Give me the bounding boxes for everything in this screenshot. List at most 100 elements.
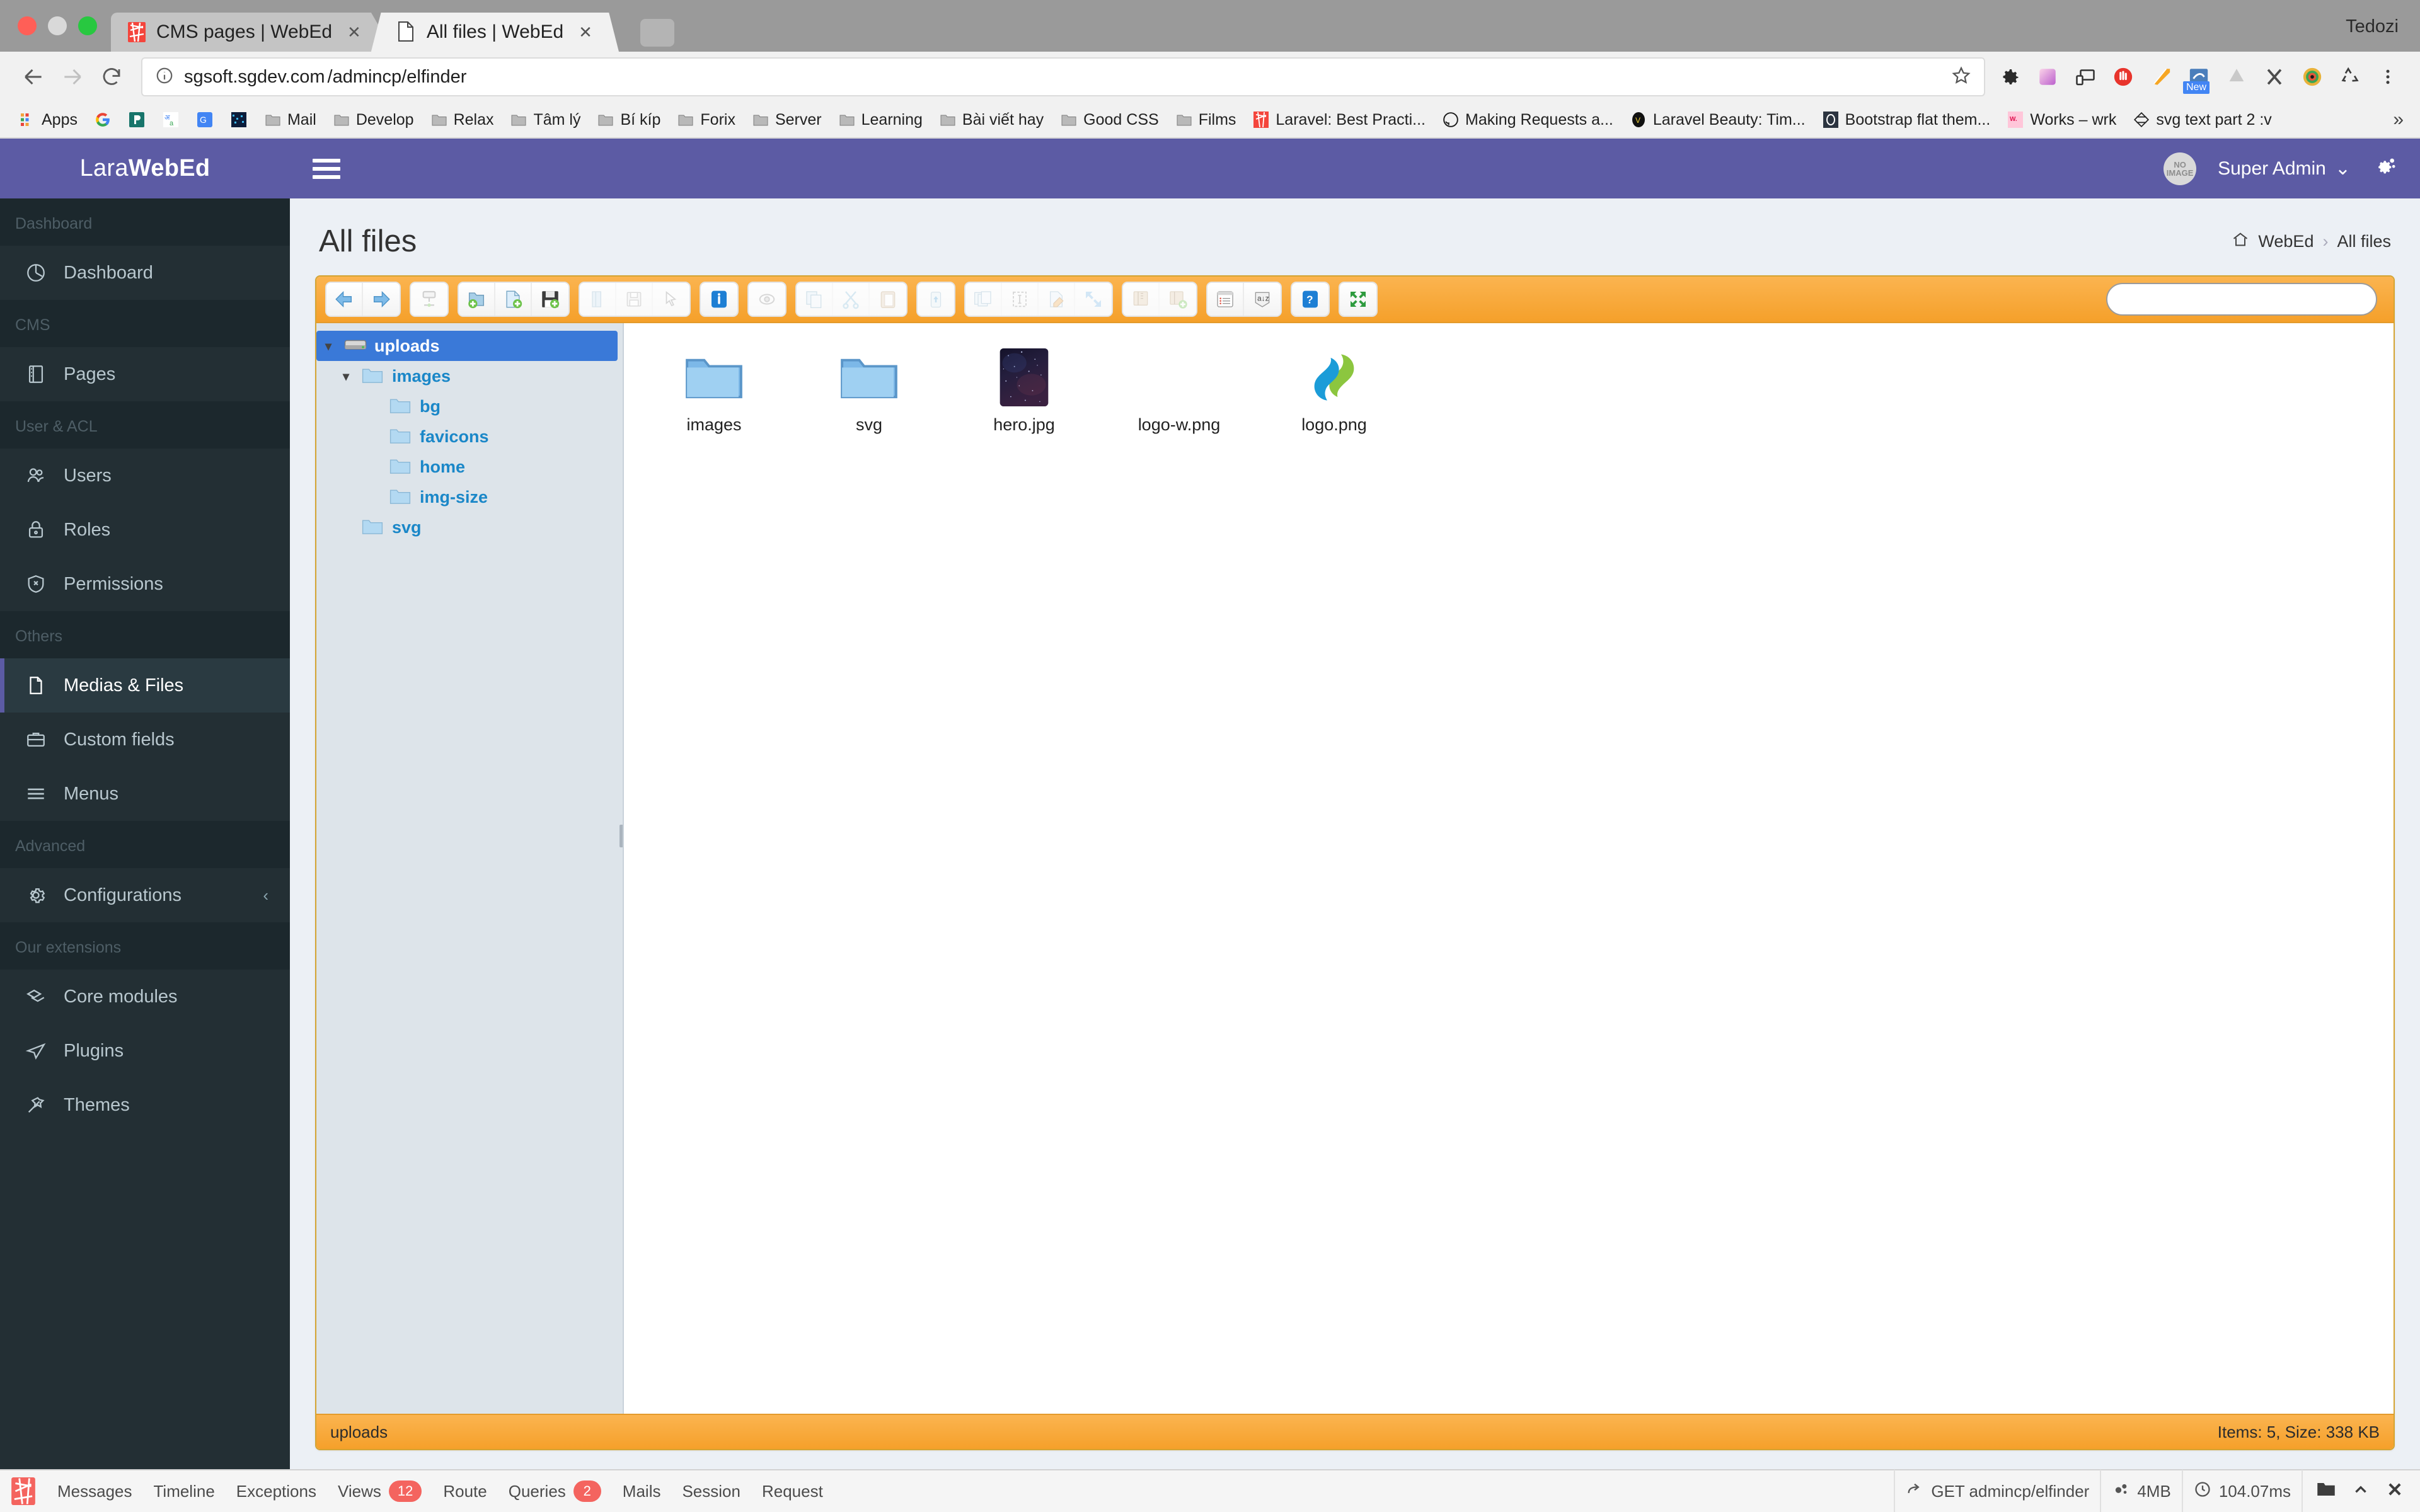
fullscreen-button[interactable]	[1340, 283, 1376, 316]
forward-button[interactable]	[363, 283, 400, 316]
new-folder-button[interactable]	[459, 283, 495, 316]
sidebar-item-themes[interactable]: Themes	[0, 1078, 290, 1132]
bookmark-mail[interactable]: Mail	[256, 105, 325, 134]
trash-button[interactable]	[918, 283, 954, 316]
colorpicker-icon[interactable]	[2298, 62, 2327, 91]
sidebar-item-pages[interactable]: Pages	[0, 347, 290, 401]
sidebar-item-custom-fields[interactable]: Custom fields	[0, 713, 290, 767]
bookmarks-overflow-icon[interactable]: »	[2393, 109, 2410, 130]
extract-button[interactable]	[1160, 283, 1196, 316]
back-icon[interactable]	[14, 57, 53, 96]
sidebar-item-medias-and-files[interactable]: Medias & Files	[0, 658, 290, 713]
sidebar-item-configurations[interactable]: Configurations ‹	[0, 868, 290, 922]
search-input[interactable]	[2106, 283, 2377, 316]
snapshot-new-icon[interactable]: New	[2183, 62, 2213, 94]
sidebar-item-roles[interactable]: Roles	[0, 503, 290, 557]
ruler-icon[interactable]	[2146, 62, 2175, 91]
bookmark-films[interactable]: Films	[1167, 105, 1245, 134]
rename-button[interactable]	[1002, 283, 1039, 316]
help-button[interactable]: ?	[1292, 283, 1328, 316]
cut-button[interactable]	[833, 283, 870, 316]
gears-icon[interactable]	[2372, 154, 2397, 183]
copy-button[interactable]	[797, 283, 833, 316]
user-menu[interactable]: Super Admin ⌄	[2218, 158, 2351, 180]
netmount-button[interactable]	[411, 283, 447, 316]
sidebar-item-dashboard[interactable]: Dashboard	[0, 246, 290, 300]
elfinder-current-directory[interactable]: images svg hero.jpg logo-w.png logo.png	[624, 323, 2394, 1414]
palette-icon[interactable]	[2033, 62, 2062, 91]
maximize-window-button[interactable]	[78, 16, 97, 35]
bookmark-svg-text-part-2[interactable]: svg text part 2 :v	[2124, 105, 2279, 134]
menu-dots-icon[interactable]	[2373, 62, 2402, 91]
bookmark-learning[interactable]: Learning	[830, 105, 931, 134]
close-window-button[interactable]	[18, 16, 37, 35]
open-button[interactable]	[580, 283, 616, 316]
bookmark-laravel-beauty[interactable]: V Laravel Beauty: Tim...	[1622, 105, 1814, 134]
drive-icon[interactable]	[2222, 62, 2251, 91]
app-logo[interactable]: Lara WebEd	[0, 139, 290, 198]
bookmark-laravel-best-practices[interactable]: Laravel: Best Practi...	[1244, 105, 1434, 134]
debug-time[interactable]: 104.07ms	[2181, 1470, 2302, 1512]
file-item[interactable]: hero.jpg	[947, 340, 1102, 441]
debug-tab-session[interactable]: Session	[671, 1470, 751, 1512]
bookmark-forix[interactable]: Forix	[669, 105, 744, 134]
sidebar-item-users[interactable]: Users	[0, 449, 290, 503]
tree-item-favicons[interactable]: favicons	[316, 421, 623, 452]
tree-item-uploads[interactable]: ▾ uploads	[316, 331, 618, 361]
getfile-button[interactable]	[653, 283, 689, 316]
tree-item-home[interactable]: home	[316, 452, 623, 482]
close-icon[interactable]: ✕	[347, 23, 361, 42]
tree-item-bg[interactable]: bg	[316, 391, 623, 421]
bookmark-google[interactable]	[86, 105, 120, 134]
view-button[interactable]	[1207, 283, 1244, 316]
new-tab-button[interactable]	[640, 19, 674, 47]
bookmark-tam-ly[interactable]: Tâm lý	[502, 105, 589, 134]
edit-button[interactable]	[1039, 283, 1075, 316]
debug-tab-timeline[interactable]: Timeline	[143, 1470, 226, 1512]
bookmark-good-css[interactable]: Good CSS	[1052, 105, 1167, 134]
browser-tab-all-files[interactable]: All files | WebEd ✕	[371, 13, 619, 52]
bookmark-develop[interactable]: Develop	[325, 105, 422, 134]
browser-tab-cms-pages[interactable]: CMS pages | WebEd ✕	[111, 13, 394, 52]
chevron-down-icon[interactable]: ▾	[325, 338, 344, 354]
bookmark-pixel[interactable]	[222, 105, 256, 134]
quicklook-button[interactable]	[749, 283, 785, 316]
navbar-resize-handle[interactable]	[619, 825, 623, 848]
responsive-icon[interactable]	[2071, 62, 2100, 91]
file-item[interactable]: logo.png	[1257, 340, 1412, 441]
bookmark-apps[interactable]: Apps	[10, 105, 86, 134]
bookmark-relax[interactable]: Relax	[422, 105, 502, 134]
debug-request-method[interactable]: GET admincp/elfinder	[1894, 1470, 2100, 1512]
sidebar-item-plugins[interactable]: Plugins	[0, 1024, 290, 1078]
bookmark-bitbucket[interactable]	[120, 105, 154, 134]
bookmark-star-icon[interactable]	[1951, 66, 1971, 89]
debug-tab-exceptions[interactable]: Exceptions	[226, 1470, 327, 1512]
bookmark-bootstrap-flat-themes[interactable]: Bootstrap flat them...	[1814, 105, 1999, 134]
file-item[interactable]: logo-w.png	[1102, 340, 1257, 441]
reload-icon[interactable]	[92, 57, 131, 96]
bookmark-translate[interactable]: अa	[154, 105, 188, 134]
bookmark-server[interactable]: Server	[744, 105, 830, 134]
close-icon[interactable]: ✕	[579, 23, 592, 42]
paste-button[interactable]	[870, 283, 906, 316]
resize-button[interactable]	[1075, 283, 1112, 316]
page-info-icon[interactable]	[155, 66, 174, 88]
bookmark-bai-viet-hay[interactable]: Bài viết hay	[931, 105, 1052, 134]
forward-icon[interactable]	[53, 57, 92, 96]
gear-icon[interactable]	[1995, 62, 2024, 91]
debug-tab-messages[interactable]: Messages	[47, 1470, 143, 1512]
download-button[interactable]	[616, 283, 653, 316]
laravel-logo-icon[interactable]	[0, 1477, 47, 1505]
recycle-icon[interactable]	[2336, 62, 2365, 91]
sidebar-item-permissions[interactable]: Permissions	[0, 557, 290, 611]
hamburger-icon[interactable]	[313, 158, 340, 179]
info-button[interactable]	[701, 283, 737, 316]
debug-tab-route[interactable]: Route	[432, 1470, 497, 1512]
avatar[interactable]: NO IMAGE	[2164, 152, 2197, 185]
sort-button[interactable]: a↓z	[1244, 283, 1281, 316]
home-icon[interactable]	[2232, 231, 2249, 253]
x-icon[interactable]	[2260, 62, 2289, 91]
tree-item-img-size[interactable]: img-size	[316, 482, 623, 512]
upload-button[interactable]	[532, 283, 568, 316]
open-folder-icon[interactable]	[2317, 1481, 2336, 1502]
